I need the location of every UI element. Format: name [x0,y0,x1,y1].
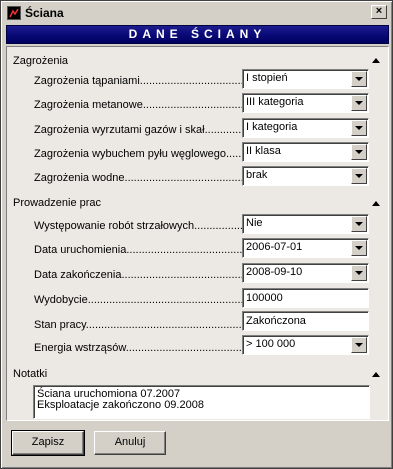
combo-value: II klasa [246,145,281,157]
notes-line: Eksploatacje zakończono 09.2008 [37,399,204,411]
label-wydobycie: Wydobycie [34,294,242,306]
collapse-notatki-icon[interactable] [372,372,380,377]
app-icon [7,6,21,20]
cancel-button[interactable]: Anuluj [94,431,166,455]
chevron-down-icon[interactable] [351,144,367,160]
chevron-down-icon[interactable] [351,337,367,353]
window-title: Ściana [25,6,64,20]
label-data-uruchomienia: Data uruchomienia [34,244,242,256]
combo-value: I stopień [246,72,288,84]
chevron-down-icon[interactable] [351,240,367,256]
label-zagrozenia-wyrzutami: Zagrożenia wyrzutami gazów i skał [34,124,242,136]
chevron-down-icon[interactable] [351,95,367,111]
combo-zagrozenia-wyrzutami[interactable]: I kategoria [242,118,369,138]
close-button[interactable]: × [371,5,387,19]
save-button[interactable]: Zapisz [11,430,85,456]
chevron-down-icon[interactable] [351,71,367,87]
combo-zagrozenia-pylu[interactable]: II klasa [242,142,369,162]
label-zagrozenia-wodne: Zagrożenia wodne [34,172,242,184]
collapse-prowadzenie-icon[interactable] [372,201,380,206]
combo-data-uruchomienia[interactable]: 2006-07-01 [242,238,369,258]
combo-value: > 100 000 [246,338,296,350]
form-panel: Zagrożenia Zagrożenia tąpaniami I stopie… [6,46,389,421]
combo-value: 2008-09-10 [246,266,303,278]
combo-value: III kategoria [246,96,304,108]
wydobycie-field[interactable] [242,288,369,308]
combo-value: brak [246,169,268,181]
label-zagrozenia-tapaniami: Zagrożenia tąpaniami [34,75,242,87]
combo-value: 2006-07-01 [246,241,303,253]
combo-zagrozenia-tapaniami[interactable]: I stopień [242,69,369,89]
label-roboty-strzalowe: Występowanie robót strzałowych [34,220,242,232]
combo-data-zakonczenia[interactable]: 2008-09-10 [242,263,369,283]
chevron-down-icon[interactable] [351,265,367,281]
section-title-prowadzenie: Prowadzenie prac [13,197,102,209]
combo-zagrozenia-wodne[interactable]: brak [242,166,369,186]
collapse-zagrozenia-icon[interactable] [372,58,380,63]
header-banner: DANE ŚCIANY [6,25,389,44]
label-energia-wstrzasow: Energia wstrząsów [34,342,242,354]
stan-pracy-input[interactable] [246,313,366,329]
chevron-down-icon[interactable] [351,168,367,184]
stan-pracy-field[interactable] [242,311,369,331]
combo-roboty-strzalowe[interactable]: Nie [242,214,369,234]
chevron-down-icon[interactable] [351,216,367,232]
label-zagrozenia-metanowe: Zagrożenia metanowe [34,99,242,111]
chevron-down-icon[interactable] [351,120,367,136]
sciana-window: Ściana × DANE ŚCIANY Zagrożenia Zagrożen… [0,0,393,469]
combo-zagrozenia-metanowe[interactable]: III kategoria [242,93,369,113]
close-icon: × [375,5,383,17]
label-zagrozenia-pylu: Zagrożenia wybuchem pyłu węglowego [34,148,242,160]
section-title-notatki: Notatki [13,368,48,380]
notes-textarea[interactable]: Ściana uruchomiona 07.2007 Eksploatacje … [33,385,370,419]
label-stan-pracy: Stan pracy [34,319,242,331]
combo-energia-wstrzasow[interactable]: > 100 000 [242,335,369,355]
combo-value: I kategoria [246,121,298,133]
wydobycie-input[interactable] [246,290,366,306]
section-title-zagrozenia: Zagrożenia [13,55,69,67]
combo-value: Nie [246,217,263,229]
title-bar[interactable]: Ściana × [3,3,390,23]
label-data-zakonczenia: Data zakończenia [34,269,242,281]
